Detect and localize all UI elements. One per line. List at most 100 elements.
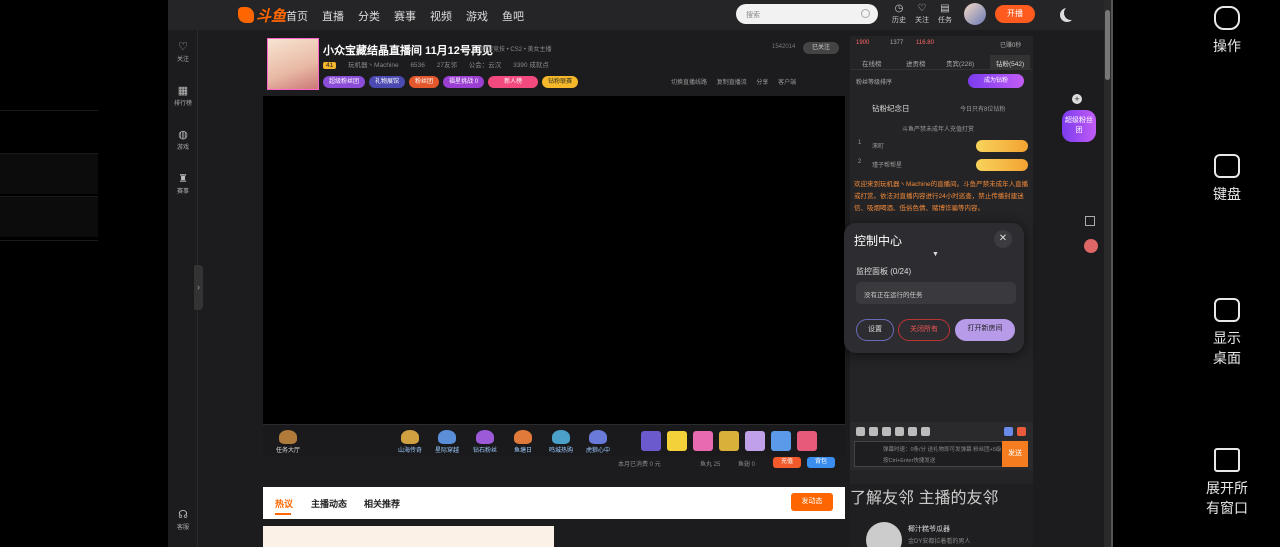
sidebar-item-ranking[interactable]: ▦ 排行榜 — [168, 84, 198, 107]
follow-button[interactable]: 已关注 — [803, 42, 839, 54]
fan-row[interactable]: 1 涿町 — [856, 140, 1028, 152]
send-button[interactable]: 发送 — [1002, 441, 1028, 467]
nav-item[interactable]: 鱼吧 — [502, 8, 524, 24]
nav-item[interactable]: 视频 — [430, 8, 452, 24]
host-name[interactable]: 玩机器丶Machine — [348, 62, 399, 69]
tab-related[interactable]: 相关推荐 — [364, 497, 400, 510]
tab-underline — [275, 513, 291, 515]
gift-entry[interactable]: 虎狼心中 — [581, 430, 615, 454]
client-link[interactable]: 客户端 — [778, 80, 796, 86]
fan-badge — [976, 159, 1028, 171]
tab-host-neighbors[interactable]: 主播的友邻 — [918, 490, 998, 507]
mini-avatar[interactable] — [1084, 239, 1098, 253]
expand-windows-button[interactable]: 展开所 有窗口 — [1177, 448, 1277, 518]
fire-icon[interactable] — [1017, 427, 1026, 436]
task-hall-button[interactable]: 任务大厅 — [271, 430, 305, 454]
search-input[interactable]: 搜索 — [736, 4, 878, 24]
switch-line-link[interactable]: 切换直播线路 — [671, 80, 707, 86]
tab-tribute[interactable]: 进贡榜 — [906, 58, 926, 68]
copy-stream-link[interactable]: 复制直播流 — [717, 80, 747, 86]
close-icon[interactable]: ✕ — [994, 230, 1012, 248]
gift-entry[interactable]: 山海传奇 — [393, 430, 427, 454]
tab-online[interactable]: 在线榜 — [862, 58, 882, 68]
fan-row[interactable]: 2 瑾子帮帮星 — [856, 159, 1028, 171]
follow-button[interactable]: ♡ 关注 — [911, 3, 933, 25]
badge[interactable]: 新人榜 — [488, 76, 539, 88]
nav-item[interactable]: 分类 — [358, 8, 380, 24]
tab-neighbors[interactable]: 了解友邻 — [850, 490, 914, 507]
gift-entry[interactable]: 鸣城热购 — [544, 430, 578, 454]
badge[interactable]: 超级粉丝团 — [323, 76, 366, 88]
gift-entry[interactable]: 钻石粉丝 — [468, 430, 502, 454]
gift-item[interactable] — [797, 431, 817, 451]
go-live-button[interactable]: 开播 — [995, 5, 1035, 23]
scrollbar[interactable] — [1104, 0, 1111, 547]
logo[interactable]: 斗鱼 — [238, 5, 286, 25]
clock-icon: ◷ — [894, 3, 904, 14]
show-desktop-button[interactable]: 显示 桌面 — [1177, 298, 1277, 368]
fans-count: 27友邻 — [436, 62, 457, 69]
gift-entry[interactable]: 鱼塘日 — [506, 430, 540, 454]
video-player[interactable] — [263, 96, 845, 424]
backpack-button[interactable]: 背包 — [807, 457, 835, 468]
keyboard-button[interactable]: 键盘 — [1177, 154, 1277, 204]
caret-down-icon[interactable]: ▼ — [932, 251, 939, 258]
history-button[interactable]: ◷ 历史 — [888, 3, 910, 25]
gift-item[interactable] — [719, 431, 739, 451]
crown-icon[interactable] — [882, 427, 891, 436]
task-button[interactable]: ▤ 任务 — [934, 3, 956, 25]
plus-icon[interactable]: + — [1072, 94, 1082, 104]
open-room-button[interactable]: 打开新房间 — [955, 319, 1015, 341]
speaker-icon[interactable] — [869, 427, 878, 436]
user-avatar[interactable] — [964, 3, 986, 25]
tab-hot[interactable]: 热议 — [275, 497, 293, 510]
badge[interactable]: 礼物展馆 — [369, 76, 406, 88]
tab-streamer-posts[interactable]: 主播动态 — [311, 497, 347, 510]
gift-item[interactable] — [771, 431, 791, 451]
chat-input[interactable]: 弹幕时速：0条/分 送礼物即可发弹幕 粉丝团+5级 按Ctrl+Enter快捷发… — [854, 441, 1028, 467]
gift-item[interactable] — [745, 431, 765, 451]
control-center-title: 控制中心 — [854, 234, 903, 248]
recharge-button[interactable]: 充值 — [773, 457, 801, 468]
scrollbar-thumb[interactable] — [1105, 10, 1110, 80]
tab-vip[interactable]: 贵宾(228) — [946, 58, 974, 68]
image-icon[interactable] — [908, 427, 917, 436]
chat-input-area: 弹幕时速：0条/分 送礼物即可发弹幕 粉丝团+5级 按Ctrl+Enter快捷发… — [850, 422, 1033, 470]
gift-item[interactable] — [641, 431, 661, 451]
post-card[interactable] — [263, 526, 554, 547]
close-all-button[interactable]: 关闭所有 — [898, 319, 950, 341]
sidebar-item-service[interactable]: ☊ 客服 — [168, 508, 198, 531]
sidebar-toggle[interactable]: › — [194, 265, 203, 310]
box-icon[interactable] — [895, 427, 904, 436]
gift-entry[interactable]: 星际穿越 — [430, 430, 464, 454]
sidebar-item-games[interactable]: ◍ 游戏 — [168, 128, 198, 151]
operate-button[interactable]: 操作 — [1177, 6, 1277, 56]
badge[interactable]: 粉丝团 — [409, 76, 440, 88]
grid-icon[interactable] — [1085, 216, 1095, 226]
emoji-icon[interactable] — [856, 427, 865, 436]
settings-button[interactable]: 设置 — [856, 319, 894, 341]
sidebar-item-follow[interactable]: ♡ 关注 — [168, 40, 198, 63]
streamer-avatar[interactable] — [267, 38, 319, 90]
gift-icon — [401, 430, 419, 444]
badge[interactable]: 福星挑战 0 — [443, 76, 485, 88]
nav-item[interactable]: 游戏 — [466, 8, 488, 24]
sidebar-item-events[interactable]: ♜ 赛事 — [168, 172, 198, 195]
nav-item[interactable]: 赛事 — [394, 8, 416, 24]
no-task-box: 没有正在运行的任务 — [856, 282, 1016, 304]
nav-item[interactable]: 首页 — [286, 8, 308, 24]
tab-diamond[interactable]: 钻粉(542) — [990, 55, 1031, 69]
badge[interactable]: 钻粉联赛 — [542, 76, 579, 88]
neighbor-avatar[interactable] — [866, 522, 902, 547]
gift-item[interactable] — [693, 431, 713, 451]
join-diamond-button[interactable]: 成为钻粉 — [968, 74, 1024, 88]
post-button[interactable]: 发动态 — [791, 493, 833, 511]
share-link[interactable]: 分享 — [756, 80, 768, 86]
super-fan-float[interactable]: 超级粉丝团 — [1062, 110, 1096, 142]
room-category[interactable]: 网游竞技 • CS2 • 美女主播 — [481, 44, 552, 53]
nav-item[interactable]: 直播 — [322, 8, 344, 24]
setting-icon[interactable] — [1004, 427, 1013, 436]
gift-item[interactable] — [667, 431, 687, 451]
search-icon[interactable] — [861, 9, 870, 18]
clip-icon[interactable] — [921, 427, 930, 436]
